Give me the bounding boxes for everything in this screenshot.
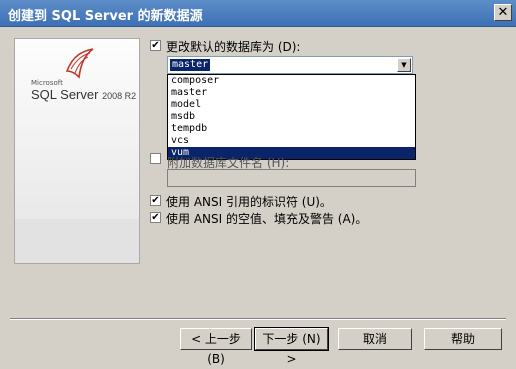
- dropdown-option[interactable]: msdb: [168, 111, 415, 123]
- combobox-arrow-button[interactable]: ▼: [397, 58, 411, 72]
- side-banner: Microsoft SQL Server 2008 R2: [14, 38, 140, 264]
- ansi-quoted-identifiers-label: 使用 ANSI 引用的标识符 (U)。: [166, 195, 332, 209]
- help-button[interactable]: 帮助: [424, 328, 502, 350]
- next-button[interactable]: 下一步 (N) >: [254, 327, 329, 366]
- dropdown-option[interactable]: vcs: [168, 135, 415, 147]
- window-title: 创建到 SQL Server 的新数据源: [8, 9, 203, 24]
- change-default-db-label: 更改默认的数据库为 (D):: [166, 40, 301, 54]
- back-button[interactable]: < 上一步 (B): [180, 328, 252, 366]
- database-combobox-value: master: [170, 59, 211, 71]
- dropdown-option[interactable]: master: [168, 87, 415, 99]
- footer-divider: [10, 318, 506, 320]
- dropdown-option[interactable]: model: [168, 99, 415, 111]
- sql-server-logo-icon: [65, 48, 94, 79]
- close-icon: ✕: [497, 5, 509, 20]
- check-icon: ✔: [151, 212, 160, 223]
- attach-db-file-input[interactable]: [167, 169, 416, 187]
- logo-version: 2008 R2: [102, 91, 137, 101]
- attach-db-checkbox[interactable]: [150, 153, 161, 164]
- logo-name: SQL Server 2008 R2: [31, 87, 136, 102]
- dialog-window: 创建到 SQL Server 的新数据源 ✕ Microsoft SQL Ser…: [0, 0, 516, 366]
- logo-brand: Microsoft: [31, 79, 63, 87]
- database-combobox[interactable]: master ▼: [167, 56, 413, 74]
- close-button[interactable]: ✕: [494, 4, 512, 21]
- ansi-nulls-label: 使用 ANSI 的空值、填充及警告 (A)。: [166, 212, 368, 226]
- ansi-quoted-identifiers-checkbox[interactable]: ✔: [150, 195, 161, 206]
- check-icon: ✔: [151, 40, 160, 51]
- dropdown-option[interactable]: composer: [168, 75, 415, 87]
- check-icon: ✔: [151, 195, 160, 206]
- side-banner-footer: [15, 219, 139, 263]
- logo-product: SQL Server: [31, 87, 99, 102]
- ansi-nulls-checkbox[interactable]: ✔: [150, 212, 161, 223]
- title-bar[interactable]: 创建到 SQL Server 的新数据源 ✕: [0, 0, 516, 27]
- dropdown-option[interactable]: tempdb: [168, 123, 415, 135]
- change-default-db-checkbox[interactable]: ✔: [150, 40, 161, 51]
- cancel-button[interactable]: 取消: [338, 328, 412, 350]
- database-dropdown-list: composer master model msdb tempdb vcs vu…: [167, 74, 416, 160]
- chevron-down-icon: ▼: [401, 61, 407, 69]
